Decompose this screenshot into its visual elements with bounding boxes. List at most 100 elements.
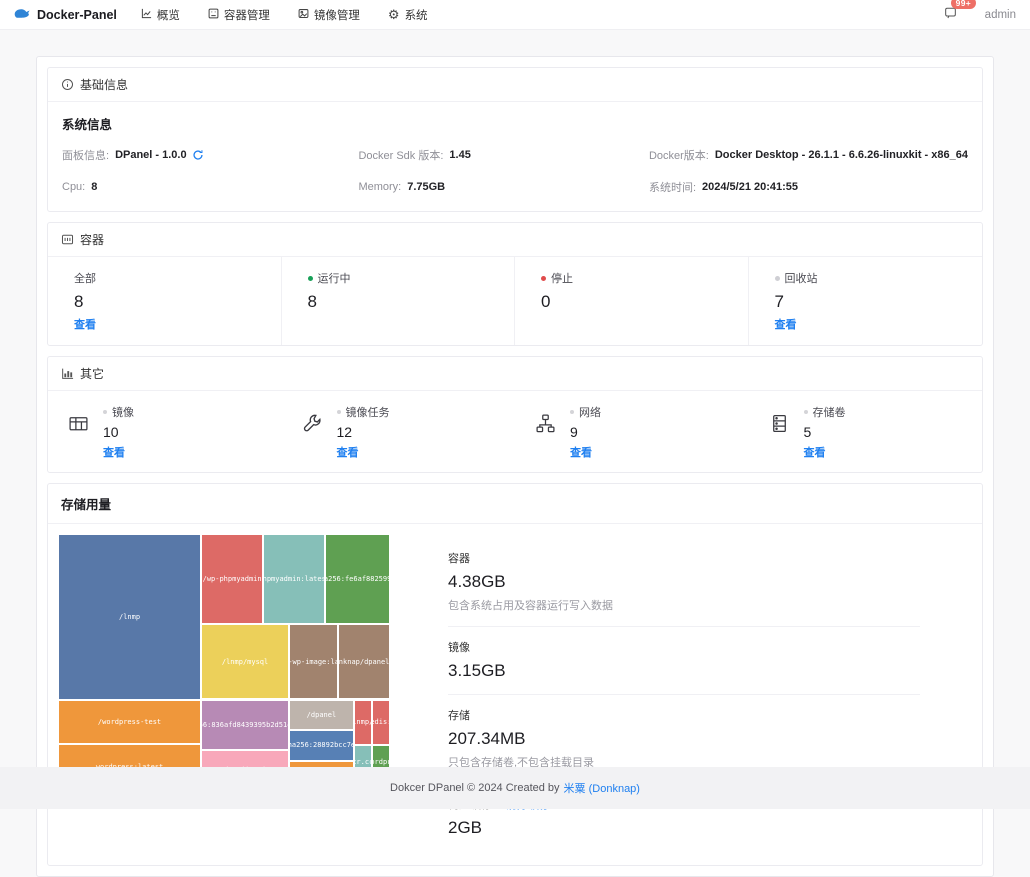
label-dot <box>804 410 808 414</box>
stat-value: 9 <box>570 424 601 440</box>
stat-value: 0 <box>541 292 722 312</box>
storage-item-value: 207.34MB <box>448 729 920 749</box>
view-image-tasks-link[interactable]: 查看 <box>337 444 359 460</box>
containers-card: 容器 全部 8 查看 运行中 8 停止 0 <box>47 222 983 346</box>
storage-item-label: 存储 <box>448 707 470 723</box>
footer: Dokcer DPanel © 2024 Created by 米粟 (Donk… <box>0 767 1030 809</box>
label-dot <box>570 410 574 414</box>
storage-treemap: /lnmp/wp-phpmyadminphpmyadmin:latestsha2… <box>58 534 390 790</box>
basic-info-header: 基础信息 <box>48 68 982 102</box>
stat-label: 镜像任务 <box>346 404 390 420</box>
nav-item-label: 镜像管理 <box>314 7 360 23</box>
nav-item-system[interactable]: ⚙ 系统 <box>388 7 428 23</box>
nav-item-label: 容器管理 <box>224 7 270 23</box>
storage-item-value: 2GB <box>448 818 920 838</box>
field-cpu: Cpu: 8 <box>62 179 358 195</box>
field-system-time: 系统时间: 2024/5/21 20:41:55 <box>649 179 968 195</box>
storage-item-label: 容器 <box>448 550 470 566</box>
treemap-block[interactable]: /dpanel <box>289 700 354 730</box>
view-all-link[interactable]: 查看 <box>74 316 96 332</box>
top-nav: Docker-Panel 概览 容器管理 镜像管理 ⚙ 系统 <box>0 0 1030 30</box>
storage-title: 存储用量 <box>48 484 982 524</box>
stat-value: 5 <box>804 424 846 440</box>
treemap-block[interactable]: donknap/dpanel:p <box>338 624 390 699</box>
treemap-block[interactable]: /wp-phpmyadmin <box>201 534 263 624</box>
others-header: 其它 <box>48 357 982 391</box>
stat-all: 全部 8 查看 <box>48 257 282 345</box>
label-dot <box>103 410 107 414</box>
stat-volumes: 存储卷 5 查看 <box>749 391 983 472</box>
section-title: 其它 <box>80 365 104 382</box>
image-icon <box>298 8 309 22</box>
overview-icon <box>141 8 152 22</box>
stat-networks: 网络 9 查看 <box>515 391 749 472</box>
field-memory: Memory: 7.75GB <box>358 179 649 195</box>
label-dot <box>337 410 341 414</box>
brand-name: Docker-Panel <box>37 8 117 22</box>
view-images-link[interactable]: 查看 <box>103 444 125 460</box>
stat-label: 全部 <box>74 270 96 286</box>
basic-info-body: 系统信息 面板信息: DPanel - 1.0.0 Docker Sdk 版本:… <box>48 102 982 211</box>
stat-label: 存储卷 <box>813 404 846 420</box>
storage-body: /lnmp/wp-phpmyadminphpmyadmin:latestsha2… <box>48 524 982 865</box>
info-icon <box>61 78 74 91</box>
system-info-grid: 面板信息: DPanel - 1.0.0 Docker Sdk 版本: 1.45… <box>62 147 968 195</box>
treemap-block[interactable]: redis:l <box>372 700 390 745</box>
footer-text: Dokcer DPanel © 2024 Created by <box>390 782 560 794</box>
storage-item-value: 4.38GB <box>448 572 920 592</box>
view-recycle-link[interactable]: 查看 <box>775 316 797 332</box>
notification-button[interactable]: 99+ <box>944 6 957 24</box>
brand-logo[interactable]: Docker-Panel <box>14 8 117 22</box>
stat-value: 8 <box>74 292 255 312</box>
stat-label: 停止 <box>551 270 573 286</box>
update-check-icon[interactable] <box>192 149 204 161</box>
treemap-block[interactable]: sha256:836afd8439395b2d5148dae <box>201 700 289 750</box>
view-volumes-link[interactable]: 查看 <box>804 444 826 460</box>
treemap-block[interactable]: sha256:fe6af88259961 <box>325 534 390 624</box>
stat-label: 回收站 <box>785 270 818 286</box>
stat-value: 12 <box>337 424 390 440</box>
storage-item-images: 镜像 3.15GB <box>448 627 920 695</box>
stat-image-tasks: 镜像任务 12 查看 <box>282 391 516 472</box>
container-section-icon <box>61 233 74 246</box>
running-dot <box>308 276 313 281</box>
others-stats: 镜像 10 查看 镜像任务 12 查看 <box>48 391 982 472</box>
treemap-block[interactable]: /lnmp <box>58 534 201 700</box>
stat-value: 10 <box>103 424 134 440</box>
storage-item-value: 3.15GB <box>448 661 920 681</box>
stat-value: 8 <box>308 292 489 312</box>
view-networks-link[interactable]: 查看 <box>570 444 592 460</box>
user-menu[interactable]: admin <box>985 9 1016 21</box>
stat-value: 7 <box>775 292 957 312</box>
nav-item-images[interactable]: 镜像管理 <box>298 7 360 23</box>
nav-menu: 概览 容器管理 镜像管理 ⚙ 系统 <box>141 7 428 23</box>
nav-item-overview[interactable]: 概览 <box>141 7 180 23</box>
main-content: 基础信息 系统信息 面板信息: DPanel - 1.0.0 Docker Sd… <box>36 56 994 877</box>
nav-item-containers[interactable]: 容器管理 <box>208 7 270 23</box>
whale-icon <box>14 8 31 22</box>
stat-label: 网络 <box>579 404 601 420</box>
storage-item-containers: 容器 4.38GB 包含系统占用及容器运行写入数据 <box>448 538 920 627</box>
containers-header: 容器 <box>48 223 982 257</box>
field-panel-info: 面板信息: DPanel - 1.0.0 <box>62 147 358 163</box>
stat-images: 镜像 10 查看 <box>48 391 282 472</box>
treemap-block[interactable]: phpmyadmin:latest <box>263 534 325 624</box>
chart-icon <box>61 367 74 380</box>
stat-stopped: 停止 0 <box>515 257 749 345</box>
stat-recycle: 回收站 7 查看 <box>749 257 983 345</box>
treemap-block[interactable]: /lnmp/mysql <box>201 624 289 699</box>
storage-item-desc: 包含系统占用及容器运行写入数据 <box>448 597 920 613</box>
treemap-block[interactable]: sha256:28892bcc7e4 <box>289 730 354 761</box>
nav-item-label: 系统 <box>405 7 428 23</box>
treemap-block[interactable]: my-wp-image:late <box>289 624 338 699</box>
basic-info-card: 基础信息 系统信息 面板信息: DPanel - 1.0.0 Docker Sd… <box>47 67 983 212</box>
stat-label: 镜像 <box>112 404 134 420</box>
stopped-dot <box>541 276 546 281</box>
treemap-block[interactable]: /wordpress-test <box>58 700 201 745</box>
images-icon <box>68 413 89 461</box>
footer-author-link[interactable]: 米粟 (Donknap) <box>564 780 640 796</box>
containers-stats: 全部 8 查看 运行中 8 停止 0 <box>48 257 982 345</box>
volume-icon <box>769 413 790 461</box>
treemap-block[interactable]: /lnmp/r <box>354 700 372 745</box>
stat-label: 运行中 <box>318 270 351 286</box>
